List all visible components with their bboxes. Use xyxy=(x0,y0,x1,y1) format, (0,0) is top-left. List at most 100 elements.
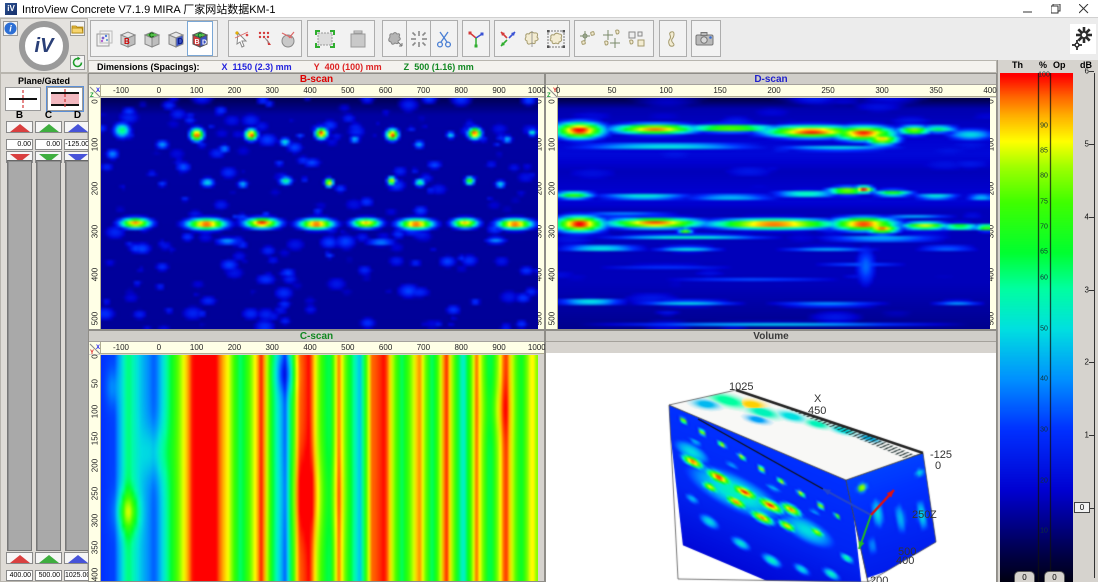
panel-layout-button[interactable] xyxy=(341,22,373,55)
dimension-x: X 1150 (2.3) mm xyxy=(222,62,292,72)
colorbar-pct-tick: 40 xyxy=(1038,376,1050,383)
colorbar-pct-tick: 100 xyxy=(1038,72,1050,79)
volume-axis-label: Z xyxy=(930,509,937,521)
y-tick-label: 400 xyxy=(548,265,557,285)
y-tick-label: 350 xyxy=(91,538,100,558)
colorbar-pct-tick: 85 xyxy=(1038,148,1050,155)
colorbar-pct-tick: 50 xyxy=(1038,325,1050,332)
close-button[interactable] xyxy=(1070,0,1098,18)
plane-slider-d[interactable] xyxy=(65,160,90,551)
x-tick-label: 350 xyxy=(929,86,942,95)
picker-points-button[interactable] xyxy=(253,22,276,55)
settings-button[interactable] xyxy=(1070,24,1096,54)
footprint-button[interactable] xyxy=(661,22,685,55)
maximize-button[interactable] xyxy=(1042,0,1070,18)
dimensions-label: Dimensions (Spacings): xyxy=(97,62,200,72)
increase-button-b[interactable] xyxy=(6,552,33,564)
svg-text:D: D xyxy=(178,37,184,46)
y-tick-label: 300 xyxy=(91,221,100,241)
svg-text:B: B xyxy=(195,39,200,46)
svg-text:D: D xyxy=(202,39,207,46)
increase-button-c[interactable] xyxy=(35,121,62,133)
colorbar-pct-tick: 60 xyxy=(1038,274,1050,281)
plane-slider-c[interactable] xyxy=(36,160,61,551)
increase-button-d[interactable] xyxy=(64,552,91,564)
plane-value-b[interactable] xyxy=(6,139,33,150)
b-scan-y-axis: 0100200300400500 xyxy=(89,98,101,329)
move-arrows-rgb-button[interactable] xyxy=(496,22,520,55)
x-tick-label: 200 xyxy=(767,86,780,95)
colorbar-bottom-tab[interactable]: 0 xyxy=(1014,571,1035,582)
dimensions-bar: Dimensions (Spacings): X 1150 (2.3) mm Y… xyxy=(88,60,997,73)
x-tick-label: 700 xyxy=(417,343,430,352)
plane-slider-b[interactable] xyxy=(7,160,32,551)
x-tick-label: 300 xyxy=(266,86,279,95)
info-button[interactable]: i xyxy=(3,21,18,36)
x-tick-label: 900 xyxy=(492,343,505,352)
d-scan-image[interactable] xyxy=(558,98,990,329)
plane-value-d[interactable] xyxy=(64,139,91,150)
increase-button-c[interactable] xyxy=(35,552,62,564)
volume-3d-image[interactable] xyxy=(546,353,996,582)
gate-value-d[interactable] xyxy=(64,570,91,581)
picker-arrow-button[interactable] xyxy=(230,22,253,55)
snapshot-camera-button[interactable] xyxy=(693,22,717,55)
view-all-scans-button[interactable]: BCD xyxy=(188,22,212,55)
colorbar-header-pct: % xyxy=(1039,60,1047,70)
gate-value-c[interactable] xyxy=(35,570,62,581)
colorbar-panel: Th % Op dB 10090858075706560504030201065… xyxy=(997,60,1098,582)
toolbar-group-cut xyxy=(430,20,458,57)
x-tick-label: -100 xyxy=(113,86,129,95)
plane-column-bottom-c xyxy=(35,552,62,582)
picker-sphere-button[interactable] xyxy=(277,22,300,55)
open-folder-button[interactable] xyxy=(70,21,85,36)
x-tick-label: -100 xyxy=(113,343,129,352)
window-title: IntroView Concrete V7.1.9 MIRA 厂家网站数据KM-… xyxy=(22,1,276,17)
b-scan-image[interactable] xyxy=(101,98,538,329)
y-tick-label: 200 xyxy=(91,456,100,476)
plane-column-letter: C xyxy=(35,110,62,121)
view-d-scan-button[interactable]: D xyxy=(164,22,188,55)
svg-text:B: B xyxy=(124,37,130,46)
c-scan-image[interactable] xyxy=(101,355,538,581)
plane-mode-button[interactable] xyxy=(5,87,41,111)
pan-arrows-button[interactable] xyxy=(408,22,430,55)
y-tick-label: 0 xyxy=(548,92,557,112)
gated-mode-button[interactable] xyxy=(47,87,83,111)
db-tick-mark xyxy=(1089,71,1094,72)
db-zero-marker[interactable]: 0 xyxy=(1074,502,1090,513)
increase-button-d[interactable] xyxy=(64,121,91,133)
d-scan-y-axis: 0100200300400500 xyxy=(546,98,558,329)
app-icon: iV xyxy=(5,3,17,15)
toolbar-group-pick xyxy=(228,20,302,57)
region-select-button[interactable] xyxy=(544,22,568,55)
refresh-button[interactable] xyxy=(70,55,85,70)
view-b-scan-button[interactable]: B xyxy=(116,22,140,55)
plane-column-b: B xyxy=(6,110,33,163)
y-tick-label: 100 xyxy=(91,401,100,421)
y-tick-label: 250 xyxy=(91,483,100,503)
view-c-scan-button[interactable]: C xyxy=(140,22,164,55)
zoom-fit-button[interactable] xyxy=(309,22,341,55)
axes-polyline-button[interactable] xyxy=(464,22,488,55)
x-tick-label: 100 xyxy=(190,343,203,352)
align-points-multi-button[interactable] xyxy=(600,22,624,55)
rotate-object-button[interactable] xyxy=(384,22,406,55)
toolbar-group-region xyxy=(494,20,570,57)
x-tick-label: 900 xyxy=(492,86,505,95)
toolbar: B C D BCD xyxy=(88,18,1098,60)
increase-button-b[interactable] xyxy=(6,121,33,133)
d-scan-title: D-scan xyxy=(546,74,996,85)
colorbar-bottom-tab[interactable]: 0 xyxy=(1044,571,1065,582)
region-shape-button[interactable] xyxy=(520,22,544,55)
align-points-button[interactable] xyxy=(576,22,600,55)
view-volume-button[interactable] xyxy=(92,22,116,55)
plane-gated-panel: Plane/Gated BCD xyxy=(0,73,88,582)
minimize-button[interactable] xyxy=(1014,0,1042,18)
scissors-button[interactable] xyxy=(432,22,456,55)
gate-value-b[interactable] xyxy=(6,570,33,581)
colorbar-gradient[interactable] xyxy=(1000,73,1073,582)
plane-value-c[interactable] xyxy=(35,139,62,150)
x-tick-label: 0 xyxy=(157,86,161,95)
align-squares-button[interactable] xyxy=(624,22,648,55)
